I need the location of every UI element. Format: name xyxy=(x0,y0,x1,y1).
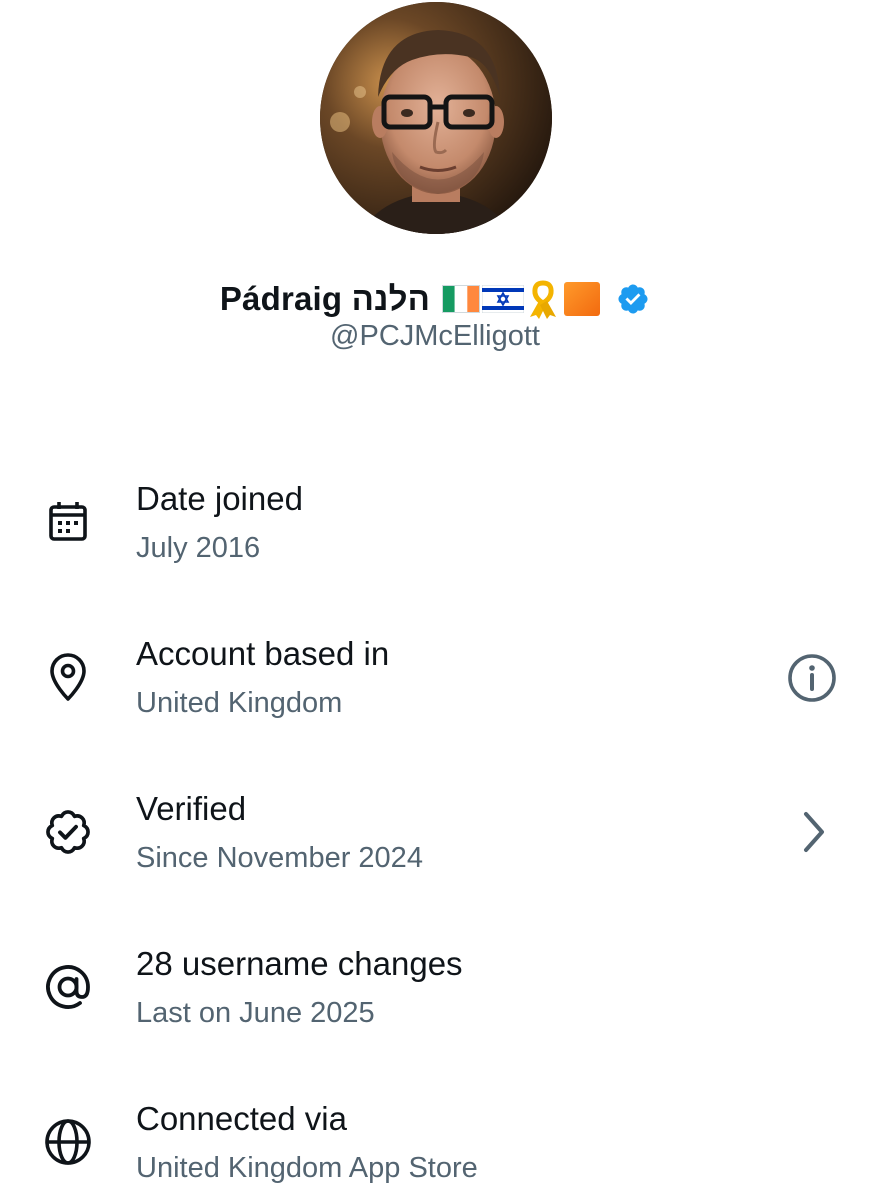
profile-name-row: Pádraig הלנה xyxy=(0,276,870,322)
at-sign-icon xyxy=(40,959,96,1015)
verified-badge-icon xyxy=(618,284,648,314)
info-row-verified[interactable]: Verified Since November 2024 xyxy=(0,780,870,890)
orange-square-icon xyxy=(564,282,601,316)
calendar-icon xyxy=(40,494,96,550)
info-row-connected-via: Connected via United Kingdom App Store xyxy=(0,1090,870,1200)
row-title: 28 username changes xyxy=(136,945,463,982)
chevron-right-icon[interactable] xyxy=(784,804,840,860)
info-icon[interactable] xyxy=(784,650,840,706)
info-row-date-joined: Date joined July 2016 xyxy=(0,470,870,580)
profile-handle: @PCJMcElligott xyxy=(330,320,540,352)
row-subtitle: United Kingdom App Store xyxy=(136,1152,478,1184)
row-subtitle: Last on June 2025 xyxy=(136,997,375,1029)
row-subtitle: Since November 2024 xyxy=(136,842,423,874)
row-title: Connected via xyxy=(136,1100,347,1137)
row-title: Verified xyxy=(136,790,247,827)
row-subtitle: United Kingdom xyxy=(136,687,343,719)
row-title: Date joined xyxy=(136,480,303,517)
row-title: Account based in xyxy=(136,635,390,672)
avatar-photo-icon xyxy=(320,2,552,234)
globe-icon xyxy=(40,1114,96,1170)
verified-badge[interactable] xyxy=(616,282,650,316)
ireland-flag-icon xyxy=(442,285,481,313)
display-name: Pádraig הלנה xyxy=(219,280,431,317)
israel-flag-icon xyxy=(482,285,525,313)
row-subtitle: July 2016 xyxy=(136,532,261,564)
location-pin-icon xyxy=(40,649,96,705)
info-row-username-changes: 28 username changes Last on June 2025 xyxy=(0,935,870,1045)
yellow-ribbon-icon xyxy=(530,280,557,319)
info-row-account-based-in: Account based in United Kingdom xyxy=(0,625,870,735)
profile-avatar[interactable] xyxy=(320,2,552,234)
name-emoji-group xyxy=(442,279,602,319)
verified-outline-icon xyxy=(40,804,96,860)
